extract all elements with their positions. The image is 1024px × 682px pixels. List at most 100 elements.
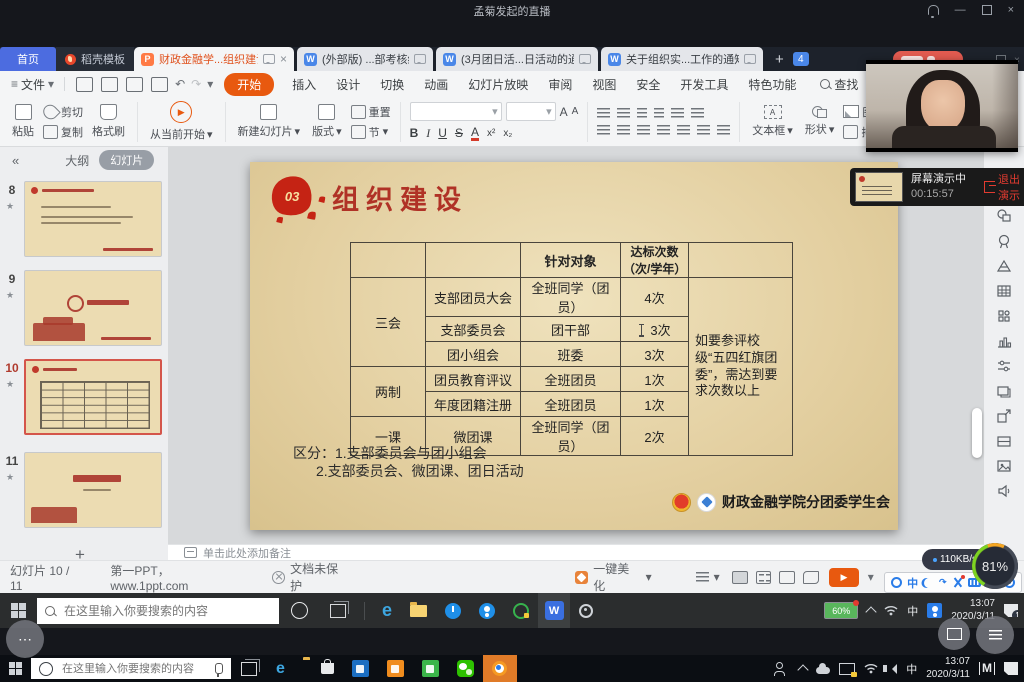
output-icon[interactable] bbox=[101, 77, 118, 92]
ime-logo-icon[interactable] bbox=[891, 577, 902, 588]
notification-bell-icon[interactable] bbox=[928, 5, 939, 15]
two-page-view-button[interactable] bbox=[779, 571, 795, 584]
toolbar-more-chevron-icon[interactable]: ▾ bbox=[207, 77, 213, 91]
hamburger-icon[interactable]: ≡ bbox=[11, 77, 18, 91]
wechat-icon[interactable] bbox=[457, 660, 474, 677]
subscript-button[interactable]: x₂ bbox=[503, 128, 512, 139]
slide-table[interactable]: 针对对象 达标次数 （次/学年） 三会 支部团员大会 全班同学（团员） 4次 如… bbox=[350, 242, 793, 456]
wifi-icon[interactable] bbox=[864, 663, 878, 674]
outdent-icon[interactable] bbox=[637, 108, 647, 118]
taskbar-search[interactable] bbox=[37, 598, 279, 624]
optimization-ring[interactable]: 81% bbox=[972, 543, 1018, 589]
slides-tab[interactable]: 幻灯片 bbox=[99, 150, 154, 170]
screenshot-scissors-icon[interactable] bbox=[952, 577, 963, 588]
menu-tab-security[interactable]: 安全 bbox=[636, 76, 660, 93]
tab-document-active[interactable]: P 财政金融学...组织建设* × bbox=[134, 47, 294, 71]
textbox-button[interactable]: A 文本框 ▾ bbox=[746, 105, 799, 138]
menu-tab-animation[interactable]: 动画 bbox=[424, 76, 448, 93]
align-left-icon[interactable] bbox=[597, 125, 610, 135]
distribute-icon[interactable] bbox=[677, 125, 690, 135]
slideshow-button[interactable]: ▶ bbox=[829, 568, 859, 587]
clock-app-icon[interactable] bbox=[445, 603, 461, 619]
slide-10[interactable]: 03 组织建设 针对对象 达标次数 （次/学年） 三会 支部团员大会 全班同学（… bbox=[250, 162, 898, 530]
contacts-app-icon[interactable] bbox=[479, 603, 495, 619]
office-app-icon[interactable] bbox=[387, 660, 404, 677]
layout-button[interactable]: 版式 ▾ bbox=[306, 104, 348, 139]
font-family-select[interactable]: ▾ bbox=[410, 102, 502, 121]
float-list-button[interactable] bbox=[976, 616, 1014, 654]
slide-sorter-view-button[interactable] bbox=[756, 571, 772, 584]
text-direction-icon[interactable] bbox=[671, 108, 684, 118]
tray-expand-chevron-icon[interactable] bbox=[866, 606, 877, 617]
ime-indicator[interactable]: 中 bbox=[907, 603, 918, 619]
screen-lock-icon[interactable] bbox=[839, 663, 855, 675]
stream-assistant-bubble[interactable]: ⋯ bbox=[6, 620, 44, 658]
microphone-icon[interactable] bbox=[215, 663, 223, 674]
share-preview-thumbnail[interactable] bbox=[855, 172, 903, 202]
slide-note-line1[interactable]: 区分：1.支部委员会与团小组会 bbox=[293, 443, 487, 463]
columns-icon[interactable] bbox=[717, 125, 730, 135]
minimize-button[interactable]: — bbox=[955, 4, 966, 16]
search-input[interactable] bbox=[62, 603, 271, 619]
volume-icon[interactable] bbox=[887, 664, 897, 674]
user-app-tray-icon[interactable] bbox=[927, 603, 942, 618]
slideshow-options-chevron-icon[interactable]: ▾ bbox=[868, 570, 874, 584]
sogou-browser-active[interactable] bbox=[483, 655, 517, 682]
comment-icon[interactable] bbox=[744, 54, 756, 64]
dict-app-icon[interactable] bbox=[422, 660, 439, 677]
menu-tab-review[interactable]: 审阅 bbox=[548, 76, 572, 93]
adjust-sliders-icon[interactable] bbox=[996, 358, 1012, 374]
font-shrink-button[interactable]: A bbox=[572, 106, 579, 117]
slide-thumbnail-9[interactable] bbox=[24, 270, 162, 346]
tab-document[interactable]: W (3月团日活...日活动的通知 bbox=[436, 47, 598, 71]
pyramid-icon[interactable] bbox=[996, 258, 1012, 274]
clock[interactable]: 13:07 2020/3/11 bbox=[926, 656, 970, 681]
reset-button[interactable]: 重置 bbox=[351, 105, 391, 119]
menu-tab-home[interactable]: 开始 bbox=[224, 73, 274, 96]
new-tab-button[interactable]: + bbox=[775, 51, 784, 68]
action-center-icon[interactable]: 1 bbox=[1004, 604, 1018, 617]
file-menu[interactable]: 文件 bbox=[21, 76, 45, 93]
undo-icon[interactable]: ↶ bbox=[175, 77, 185, 91]
menu-tab-slideshow[interactable]: 幻灯片放映 bbox=[468, 76, 528, 93]
menu-tab-transition[interactable]: 切换 bbox=[380, 76, 404, 93]
people-tray-icon[interactable] bbox=[774, 665, 790, 676]
maximize-button[interactable] bbox=[982, 5, 992, 15]
notes-bar[interactable]: 单击此处添加备注 bbox=[168, 544, 984, 560]
canvas-scrollbar[interactable] bbox=[972, 408, 982, 458]
file-explorer-active[interactable] bbox=[294, 660, 312, 678]
slide-title[interactable]: 组织建设 bbox=[332, 178, 468, 217]
normal-view-button[interactable] bbox=[732, 571, 748, 584]
print-preview-icon[interactable] bbox=[151, 77, 168, 92]
table-icon[interactable] bbox=[996, 283, 1012, 299]
bullets-icon[interactable] bbox=[597, 108, 610, 118]
share-icon[interactable] bbox=[996, 408, 1012, 424]
superscript-button[interactable]: x² bbox=[487, 128, 495, 139]
shapes-button[interactable]: 形状 ▾ bbox=[799, 106, 841, 137]
medal-icon[interactable] bbox=[996, 233, 1012, 249]
browser-app-icon[interactable] bbox=[513, 603, 529, 619]
slide-thumbnail-11[interactable] bbox=[24, 452, 162, 528]
font-color-button[interactable]: A bbox=[471, 126, 479, 141]
file-explorer-icon[interactable] bbox=[410, 605, 427, 617]
play-from-current-button[interactable]: ▶ 从当前开始 ▾ bbox=[144, 101, 219, 142]
float-window-button[interactable] bbox=[938, 618, 970, 650]
apps-grid-icon[interactable] bbox=[996, 308, 1012, 324]
close-button[interactable]: × bbox=[1008, 4, 1014, 16]
edge-icon[interactable]: e bbox=[382, 600, 392, 621]
cut-button[interactable]: 剪切 bbox=[43, 105, 83, 119]
chart-icon[interactable] bbox=[996, 333, 1012, 349]
tab-document[interactable]: W 关于组织实...工作的通知 bbox=[601, 47, 763, 71]
menu-tab-features[interactable]: 特色功能 bbox=[748, 76, 796, 93]
task-view-button[interactable] bbox=[241, 662, 257, 676]
picture-icon[interactable] bbox=[996, 458, 1012, 474]
redo-icon[interactable]: ↷ bbox=[191, 77, 201, 91]
download-app-icon[interactable] bbox=[352, 660, 369, 677]
action-center-icon[interactable] bbox=[1004, 662, 1018, 675]
outline-tab[interactable]: 大纲 bbox=[65, 152, 89, 169]
justify-icon[interactable] bbox=[657, 125, 670, 135]
webcam-video[interactable] bbox=[866, 60, 1018, 152]
numbering-icon[interactable] bbox=[617, 108, 630, 118]
shapes-icon[interactable] bbox=[996, 208, 1012, 224]
comment-icon[interactable] bbox=[414, 54, 426, 64]
